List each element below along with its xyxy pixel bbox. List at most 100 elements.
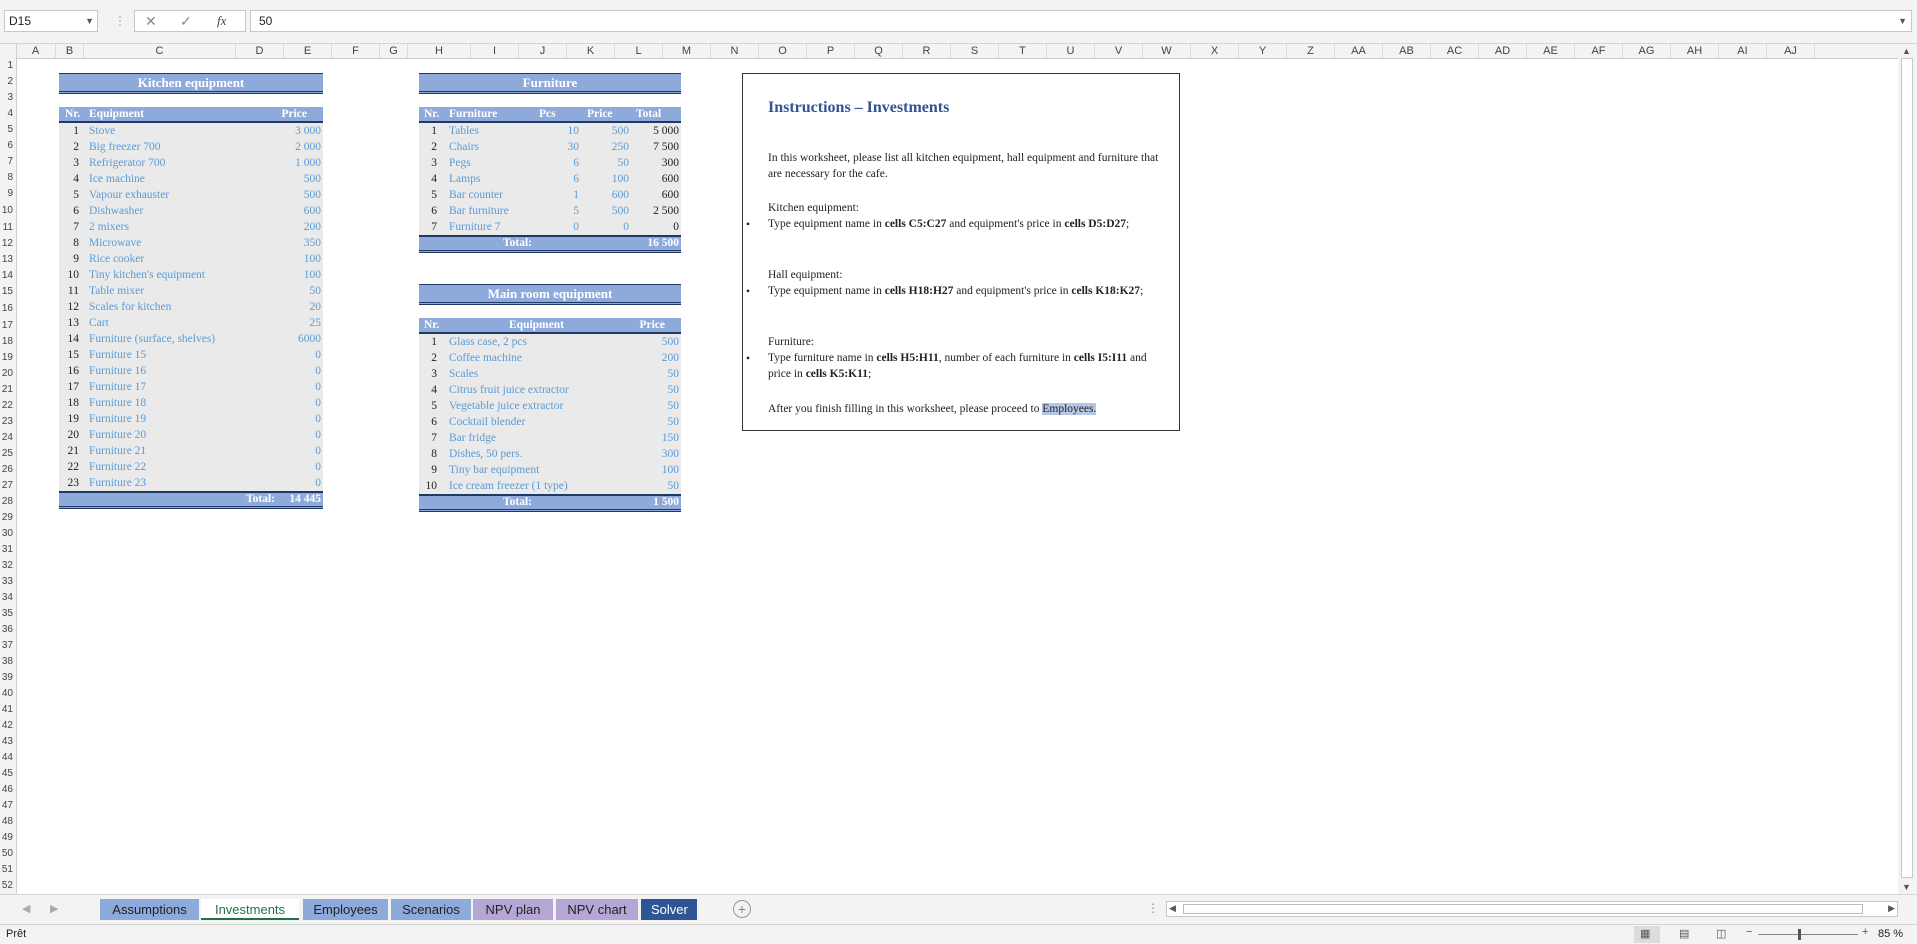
name-box[interactable]: D15 ▼: [4, 10, 98, 32]
row-number[interactable]: 11: [68, 283, 79, 299]
row-number[interactable]: 7: [431, 430, 437, 446]
zoom-in-icon[interactable]: +: [1862, 926, 1868, 938]
row-number[interactable]: 5: [431, 398, 437, 414]
row-header-cell[interactable]: 36: [0, 622, 15, 638]
row-number[interactable]: 21: [68, 443, 80, 459]
row-header-cell[interactable]: 17: [0, 318, 15, 334]
row-header-cell[interactable]: 10: [0, 202, 15, 220]
cancel-icon[interactable]: ✕: [145, 11, 157, 31]
price-cell[interactable]: 0: [623, 219, 629, 235]
row-header-cell[interactable]: 44: [0, 750, 15, 766]
price-cell[interactable]: 0: [315, 427, 321, 443]
row-header-cell[interactable]: 19: [0, 350, 15, 366]
column-header-cell[interactable]: F: [332, 44, 380, 58]
price-cell[interactable]: 0: [315, 475, 321, 491]
row-number[interactable]: 15: [68, 347, 80, 363]
price-cell[interactable]: 25: [310, 315, 322, 331]
row-number[interactable]: 22: [68, 459, 80, 475]
row-number[interactable]: 12: [68, 299, 80, 315]
total-cell[interactable]: 600: [662, 171, 679, 187]
row-number[interactable]: 10: [426, 478, 438, 494]
sheet-tab[interactable]: NPV plan: [473, 899, 553, 920]
row-header-cell[interactable]: 11: [0, 220, 15, 236]
furniture-name-cell[interactable]: Lamps: [449, 171, 480, 187]
column-header-cell[interactable]: Z: [1287, 44, 1335, 58]
price-cell[interactable]: 150: [662, 430, 679, 446]
equipment-name-cell[interactable]: Cart: [89, 315, 109, 331]
zoom-slider[interactable]: [1758, 934, 1858, 935]
sheet-tab[interactable]: Scenarios: [391, 899, 471, 920]
equipment-name-cell[interactable]: Glass case, 2 pcs: [449, 334, 527, 350]
column-header-cell[interactable]: T: [999, 44, 1047, 58]
equipment-name-cell[interactable]: Furniture 19: [89, 411, 146, 427]
pcs-cell[interactable]: 5: [573, 203, 579, 219]
equipment-name-cell[interactable]: Ice cream freezer (1 type): [449, 478, 568, 494]
row-header-cell[interactable]: 4: [0, 106, 15, 122]
column-header-cell[interactable]: M: [663, 44, 711, 58]
price-cell[interactable]: 50: [668, 398, 680, 414]
row-header-cell[interactable]: 26: [0, 462, 15, 478]
row-number[interactable]: 23: [68, 475, 80, 491]
row-number[interactable]: 2: [431, 350, 437, 366]
price-cell[interactable]: 0: [315, 443, 321, 459]
row-number[interactable]: 6: [73, 203, 79, 219]
row-number[interactable]: 16: [68, 363, 80, 379]
row-header-cell[interactable]: 24: [0, 430, 15, 446]
equipment-name-cell[interactable]: Coffee machine: [449, 350, 522, 366]
column-header-cell[interactable]: H: [408, 44, 471, 58]
row-number[interactable]: 17: [68, 379, 80, 395]
column-header-cell[interactable]: C: [84, 44, 236, 58]
total-cell[interactable]: 5 000: [653, 123, 679, 139]
scroll-right-icon[interactable]: ▶: [1888, 903, 1895, 914]
row-header-cell[interactable]: 40: [0, 686, 15, 702]
row-header-cell[interactable]: 22: [0, 398, 15, 414]
pcs-cell[interactable]: 1: [573, 187, 579, 203]
equipment-name-cell[interactable]: Tiny kitchen's equipment: [89, 267, 205, 283]
employees-link[interactable]: Employees.: [1042, 403, 1097, 415]
price-cell[interactable]: 100: [304, 267, 321, 283]
equipment-name-cell[interactable]: Scales: [449, 366, 478, 382]
column-header-cell[interactable]: AD: [1479, 44, 1527, 58]
row-number[interactable]: 13: [68, 315, 80, 331]
row-header-cell[interactable]: 21: [0, 382, 15, 398]
furniture-name-cell[interactable]: Chairs: [449, 139, 479, 155]
price-cell[interactable]: 500: [304, 171, 321, 187]
row-header-cell[interactable]: 31: [0, 542, 15, 558]
zoom-slider-thumb[interactable]: [1798, 929, 1801, 940]
price-cell[interactable]: 1 000: [295, 155, 321, 171]
sheet-tab[interactable]: Investments: [201, 899, 299, 920]
scroll-up-icon[interactable]: ▲: [1902, 46, 1911, 56]
equipment-name-cell[interactable]: Table mixer: [89, 283, 144, 299]
row-number[interactable]: 7: [431, 219, 437, 235]
column-header-cell[interactable]: K: [567, 44, 615, 58]
row-number[interactable]: 4: [73, 171, 79, 187]
row-header-cell[interactable]: 23: [0, 414, 15, 430]
pcs-cell[interactable]: 10: [568, 123, 580, 139]
row-number[interactable]: 4: [431, 382, 437, 398]
row-number[interactable]: 3: [431, 155, 437, 171]
row-number[interactable]: 3: [431, 366, 437, 382]
equipment-name-cell[interactable]: Rice cooker: [89, 251, 144, 267]
row-number[interactable]: 20: [68, 427, 80, 443]
row-header-cell[interactable]: 9: [0, 186, 15, 202]
column-header-cell[interactable]: B: [56, 44, 84, 58]
price-cell[interactable]: 3 000: [295, 123, 321, 139]
next-sheet-icon[interactable]: ▶: [50, 902, 58, 915]
column-header-cell[interactable]: AE: [1527, 44, 1575, 58]
row-header-cell[interactable]: 52: [0, 878, 15, 894]
row-header-cell[interactable]: 46: [0, 782, 15, 798]
zoom-out-icon[interactable]: −: [1746, 926, 1752, 938]
price-cell[interactable]: 500: [662, 334, 679, 350]
sheet-tab[interactable]: Assumptions: [100, 899, 199, 920]
column-header-cell[interactable]: AH: [1671, 44, 1719, 58]
pcs-cell[interactable]: 6: [573, 171, 579, 187]
row-header-cell[interactable]: 34: [0, 590, 15, 606]
price-cell[interactable]: 200: [304, 219, 321, 235]
row-header-cell[interactable]: 15: [0, 284, 15, 300]
row-number[interactable]: 8: [431, 446, 437, 462]
row-header-cell[interactable]: 42: [0, 718, 15, 734]
price-cell[interactable]: 500: [612, 203, 629, 219]
total-cell[interactable]: 7 500: [653, 139, 679, 155]
column-header-cell[interactable]: J: [519, 44, 567, 58]
row-number[interactable]: 6: [431, 203, 437, 219]
